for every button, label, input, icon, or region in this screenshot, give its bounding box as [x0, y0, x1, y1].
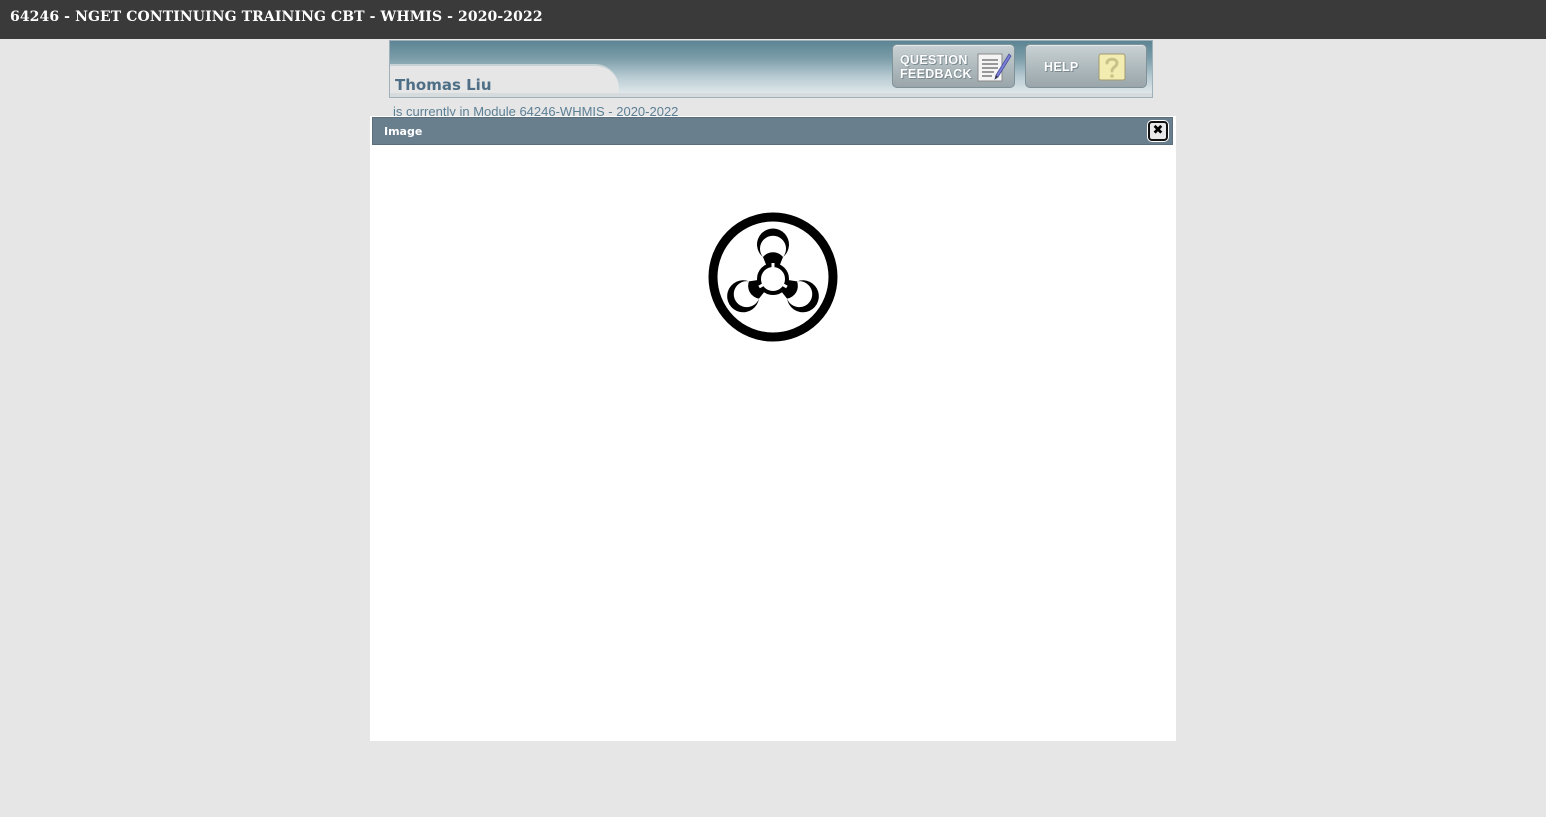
help-button[interactable]: HELP — [1025, 44, 1147, 88]
window-titlebar: 64246 - NGET CONTINUING TRAINING CBT - W… — [0, 0, 1546, 39]
notepad-pencil-icon — [977, 53, 1012, 82]
modal-header: Image ✖ — [372, 117, 1173, 145]
banner-bottom-strip — [390, 93, 1152, 97]
help-label: HELP — [1044, 60, 1079, 74]
question-feedback-label: QUESTION FEEDBACK — [900, 53, 972, 81]
user-name: Thomas Liu — [395, 76, 492, 94]
question-feedback-label-line1: QUESTION — [900, 53, 968, 67]
question-feedback-label-line2: FEEDBACK — [900, 67, 972, 81]
image-modal: Image ✖ — [370, 116, 1176, 741]
module-status-text: is currently in Module 64246-WHMIS - 202… — [393, 104, 679, 116]
close-button[interactable]: ✖ — [1148, 121, 1168, 141]
biohazard-symbol-icon — [708, 212, 838, 342]
question-mark-icon — [1098, 53, 1126, 81]
close-icon: ✖ — [1152, 123, 1164, 138]
question-feedback-button[interactable]: QUESTION FEEDBACK — [892, 44, 1015, 88]
modal-title: Image — [384, 125, 423, 138]
window-title: 64246 - NGET CONTINUING TRAINING CBT - W… — [10, 9, 543, 25]
